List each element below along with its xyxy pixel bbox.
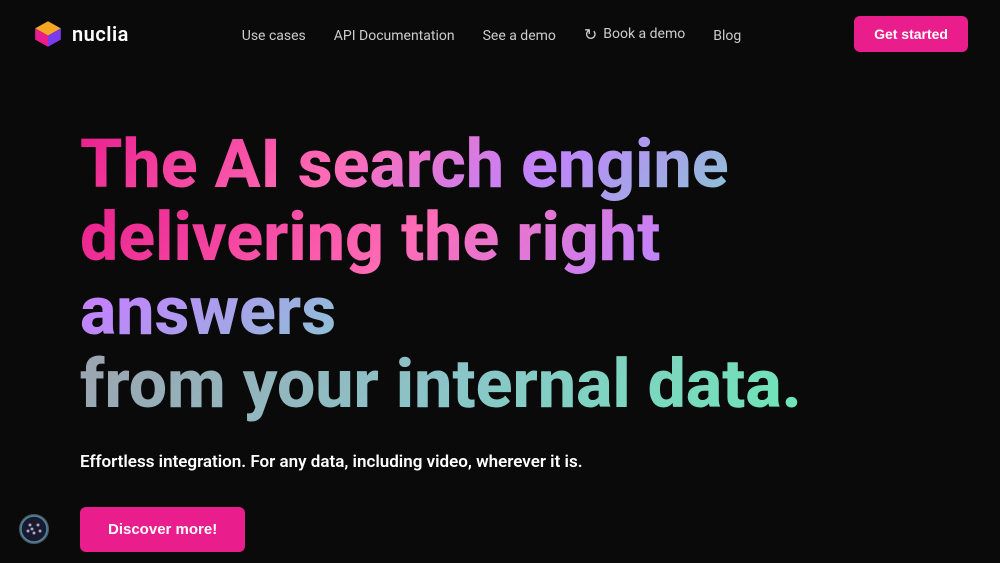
get-started-button[interactable]: Get started <box>854 16 968 52</box>
headline-part1: The AI search engine <box>80 124 729 204</box>
nav-link-use-cases[interactable]: Use cases <box>242 28 306 44</box>
logo-text: nuclia <box>72 22 129 46</box>
hero-subtext: Effortless integration. For any data, in… <box>80 450 920 476</box>
nav-links: Use cases API Documentation See a demo ↻… <box>242 25 741 44</box>
nav-link-api-docs[interactable]: API Documentation <box>334 28 455 44</box>
logo-area[interactable]: nuclia <box>32 18 129 50</box>
nav-item-api-docs[interactable]: API Documentation <box>334 25 455 44</box>
nav-link-blog[interactable]: Blog <box>713 28 741 44</box>
headline-part3: from your internal data. <box>80 344 802 424</box>
nav-item-see-demo[interactable]: See a demo <box>483 25 556 44</box>
nav-link-see-demo[interactable]: See a demo <box>483 28 556 44</box>
hero-headline: The AI search engine delivering the righ… <box>80 128 860 422</box>
nav-link-book-demo[interactable]: ↻ Book a demo <box>584 25 685 44</box>
main-nav: nuclia Use cases API Documentation See a… <box>0 0 1000 68</box>
nav-item-book-demo[interactable]: ↻ Book a demo <box>584 25 685 44</box>
cookie-icon[interactable] <box>18 513 50 545</box>
headline-part2: delivering the right answers <box>80 197 660 350</box>
nuclia-cube-icon <box>32 18 64 50</box>
nav-item-blog[interactable]: Blog <box>713 25 741 44</box>
nav-item-use-cases[interactable]: Use cases <box>242 25 306 44</box>
hero-section: The AI search engine delivering the righ… <box>0 68 1000 552</box>
refresh-icon: ↻ <box>584 25 597 44</box>
discover-more-button[interactable]: Discover more! <box>80 507 245 552</box>
